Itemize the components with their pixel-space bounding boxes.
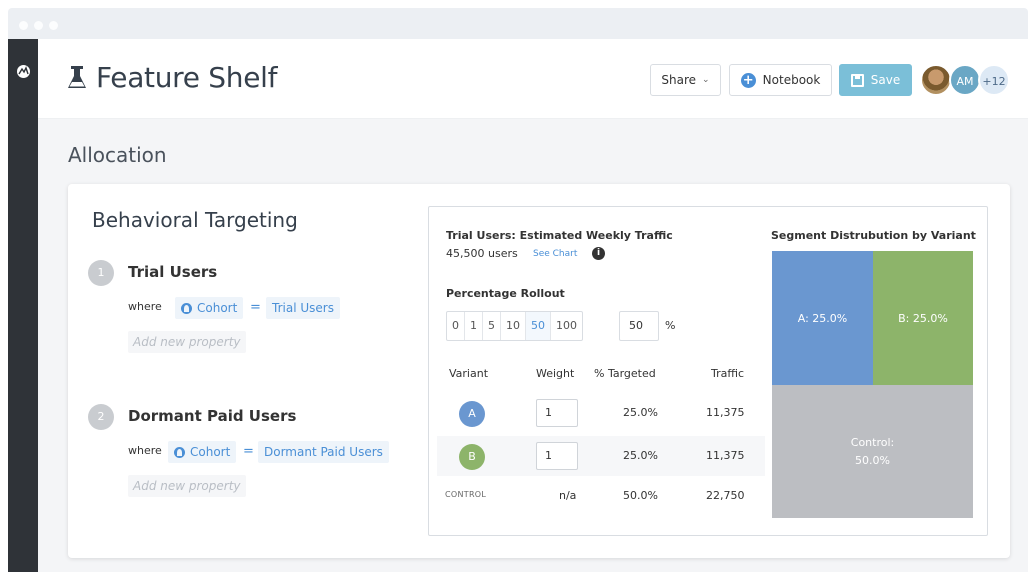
window-maximize-dot[interactable] bbox=[49, 21, 58, 30]
rollout-option-5[interactable]: 5 bbox=[483, 312, 501, 340]
table-row: B 1 25.0% 11,375 bbox=[437, 436, 765, 476]
table-row: CONTROL n/a 50.0% 22,750 bbox=[437, 476, 765, 516]
control-label-line2: 50.0% bbox=[855, 453, 890, 467]
weight-value: n/a bbox=[559, 489, 577, 502]
targeted-value: 50.0% bbox=[623, 489, 658, 502]
share-label: Share bbox=[661, 73, 697, 87]
plus-circle-icon: + bbox=[740, 72, 756, 88]
weight-input[interactable]: 1 bbox=[536, 442, 578, 470]
property-value-chip[interactable]: Trial Users bbox=[266, 297, 340, 319]
notebook-button[interactable]: + Notebook bbox=[729, 64, 832, 96]
add-property-input[interactable]: Add new property bbox=[128, 331, 246, 353]
rollout-option-50[interactable]: 50 bbox=[526, 312, 551, 340]
rollout-option-100[interactable]: 100 bbox=[551, 312, 582, 340]
rollout-option-10[interactable]: 10 bbox=[501, 312, 526, 340]
property-label: Cohort bbox=[197, 301, 238, 315]
where-label: where bbox=[128, 444, 162, 457]
segment-name[interactable]: Trial Users bbox=[128, 263, 217, 281]
app-main: Feature Shelf Share ⌄ + Notebook Save AM… bbox=[38, 39, 1028, 572]
segment-number: 1 bbox=[88, 260, 114, 286]
distribution-title: Segment Distrubution by Variant bbox=[771, 229, 976, 242]
cohort-property-chip[interactable]: Cohort bbox=[168, 441, 237, 463]
traffic-value: 22,750 bbox=[706, 489, 745, 502]
weight-input[interactable]: 1 bbox=[536, 399, 578, 427]
targeted-value: 25.0% bbox=[623, 406, 658, 419]
user-group-icon bbox=[181, 302, 192, 314]
variant-badge: B bbox=[459, 444, 485, 470]
traffic-value: 11,375 bbox=[706, 406, 745, 419]
segment-block-control: Control: 50.0% bbox=[772, 385, 973, 518]
traffic-title: Trial Users: Estimated Weekly Traffic bbox=[446, 229, 673, 242]
segment-label-b: B: 25.0% bbox=[898, 311, 948, 325]
rollout-input[interactable]: 50 bbox=[619, 311, 659, 341]
share-button[interactable]: Share ⌄ bbox=[650, 64, 721, 96]
traffic-panel: Trial Users: Estimated Weekly Traffic 45… bbox=[428, 206, 988, 536]
avatar-initials[interactable]: AM bbox=[949, 64, 981, 96]
avatar-more-count[interactable]: +12 bbox=[978, 64, 1010, 96]
segment-name[interactable]: Dormant Paid Users bbox=[128, 407, 296, 425]
segment-label-a: A: 25.0% bbox=[797, 311, 848, 325]
table-row: A 1 25.0% 11,375 bbox=[437, 393, 765, 433]
rollout-options: 0 1 5 10 50 100 bbox=[446, 311, 583, 341]
cohort-property-chip[interactable]: Cohort bbox=[175, 297, 244, 319]
percent-sign: % bbox=[665, 319, 676, 332]
header-traffic: Traffic bbox=[711, 367, 745, 380]
rollout-option-1[interactable]: 1 bbox=[465, 312, 483, 340]
window-minimize-dot[interactable] bbox=[34, 21, 43, 30]
avatar-photo[interactable] bbox=[920, 64, 952, 96]
flask-icon bbox=[68, 65, 86, 88]
segment-block-b: B: 25.0% bbox=[873, 251, 973, 385]
rollout-label: Percentage Rollout bbox=[446, 287, 565, 300]
traffic-value: 11,375 bbox=[706, 449, 745, 462]
operator[interactable]: = bbox=[250, 300, 261, 315]
header-weight: Weight bbox=[536, 367, 575, 380]
notebook-label: Notebook bbox=[762, 73, 821, 87]
info-icon[interactable]: i bbox=[592, 247, 605, 260]
header-targeted: % Targeted bbox=[594, 367, 656, 380]
user-group-icon bbox=[174, 446, 185, 458]
page-title: Feature Shelf bbox=[96, 61, 278, 94]
chevron-down-icon: ⌄ bbox=[702, 75, 710, 85]
card-title: Behavioral Targeting bbox=[92, 208, 298, 232]
window-titlebar bbox=[8, 8, 1028, 39]
user-count: 45,500 users bbox=[446, 247, 518, 260]
targeting-card: Behavioral Targeting 1 Trial Users where… bbox=[68, 184, 1010, 558]
header-variant: Variant bbox=[449, 367, 489, 380]
floppy-disk-icon bbox=[850, 73, 864, 87]
control-label-line1: Control: bbox=[850, 435, 895, 449]
targeted-value: 25.0% bbox=[623, 449, 658, 462]
segment-label-control: Control: 50.0% bbox=[851, 434, 894, 470]
control-label: CONTROL bbox=[445, 490, 487, 499]
title-area: Feature Shelf bbox=[66, 61, 278, 94]
where-label: where bbox=[128, 300, 162, 313]
left-rail bbox=[8, 39, 38, 572]
segment-number: 2 bbox=[88, 404, 114, 430]
page-header: Feature Shelf Share ⌄ + Notebook Save AM… bbox=[38, 39, 1028, 119]
save-button[interactable]: Save bbox=[839, 64, 912, 96]
property-value-chip[interactable]: Dormant Paid Users bbox=[258, 441, 389, 463]
operator[interactable]: = bbox=[243, 444, 254, 459]
save-label: Save bbox=[870, 73, 901, 87]
window-close-dot[interactable] bbox=[19, 21, 28, 30]
app-logo-icon[interactable] bbox=[17, 65, 30, 78]
section-title: Allocation bbox=[68, 143, 167, 167]
add-property-input[interactable]: Add new property bbox=[128, 475, 246, 497]
property-label: Cohort bbox=[190, 445, 231, 459]
see-chart-link[interactable]: See Chart bbox=[533, 249, 577, 259]
segment-block-a: A: 25.0% bbox=[772, 251, 873, 385]
rollout-option-0[interactable]: 0 bbox=[447, 312, 465, 340]
variant-badge: A bbox=[459, 401, 485, 427]
